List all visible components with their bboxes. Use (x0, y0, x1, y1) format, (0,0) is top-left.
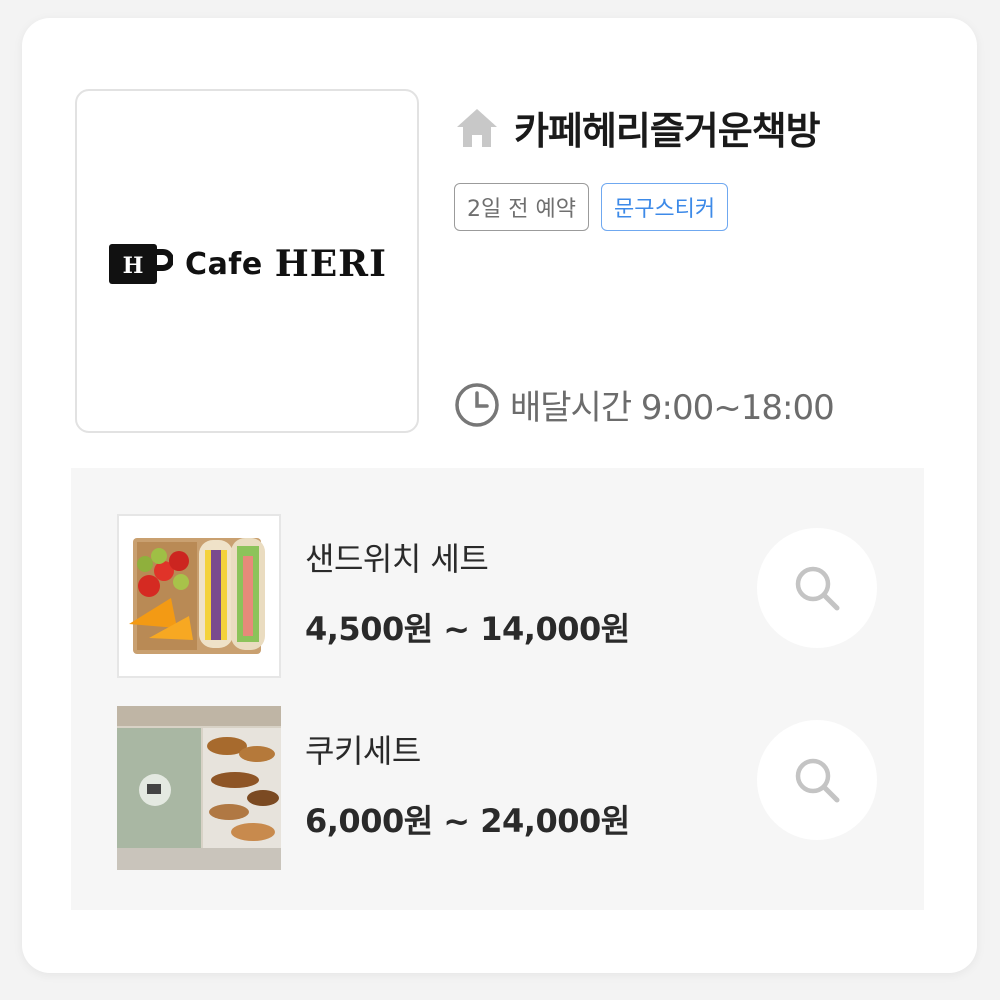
tag-category: 문구스티커 (600, 183, 729, 231)
menu-item-price: 6,000원 ~ 24,000원 (305, 802, 630, 840)
store-card[interactable]: H Cafe HERI 카페헤리즐거운책방 2일 전 예약 문구스티커 배달시간… (22, 18, 977, 973)
menu-list: 샌드위치 세트 4,500원 ~ 14,000원 쿠키세트 6,000원 ~ 2… (71, 468, 924, 910)
view-button[interactable] (757, 720, 877, 840)
delivery-time: 배달시간 9:00~18:00 (510, 388, 835, 428)
menu-item-price: 4,500원 ~ 14,000원 (305, 610, 630, 648)
menu-item-name: 쿠키세트 (305, 732, 421, 770)
store-tags: 2일 전 예약 문구스티커 (454, 183, 729, 231)
store-logo-box: H Cafe HERI (75, 89, 419, 433)
mug-icon: H (109, 244, 174, 284)
delivery-time-row: 배달시간 9:00~18:00 (454, 380, 835, 429)
cafe-heri-logo: H Cafe HERI (107, 240, 387, 288)
logo-name-text: HERI (274, 243, 387, 285)
menu-item-sandwich[interactable]: 샌드위치 세트 4,500원 ~ 14,000원 (117, 514, 897, 678)
sandwich-photo (117, 514, 281, 678)
menu-item-cookie[interactable]: 쿠키세트 6,000원 ~ 24,000원 (117, 706, 897, 870)
search-icon (795, 758, 840, 803)
search-icon (795, 566, 840, 611)
clock-icon (455, 382, 499, 427)
cookie-box-photo (117, 706, 281, 870)
tag-reservation: 2일 전 예약 (454, 183, 589, 231)
svg-text:H: H (123, 253, 144, 279)
store-title-row: 카페헤리즐거운책방 (454, 100, 821, 155)
menu-item-name: 샌드위치 세트 (305, 540, 489, 578)
logo-brand-text: Cafe (185, 246, 263, 282)
store-name: 카페헤리즐거운책방 (514, 109, 821, 153)
view-button[interactable] (757, 528, 877, 648)
home-icon (457, 108, 497, 147)
